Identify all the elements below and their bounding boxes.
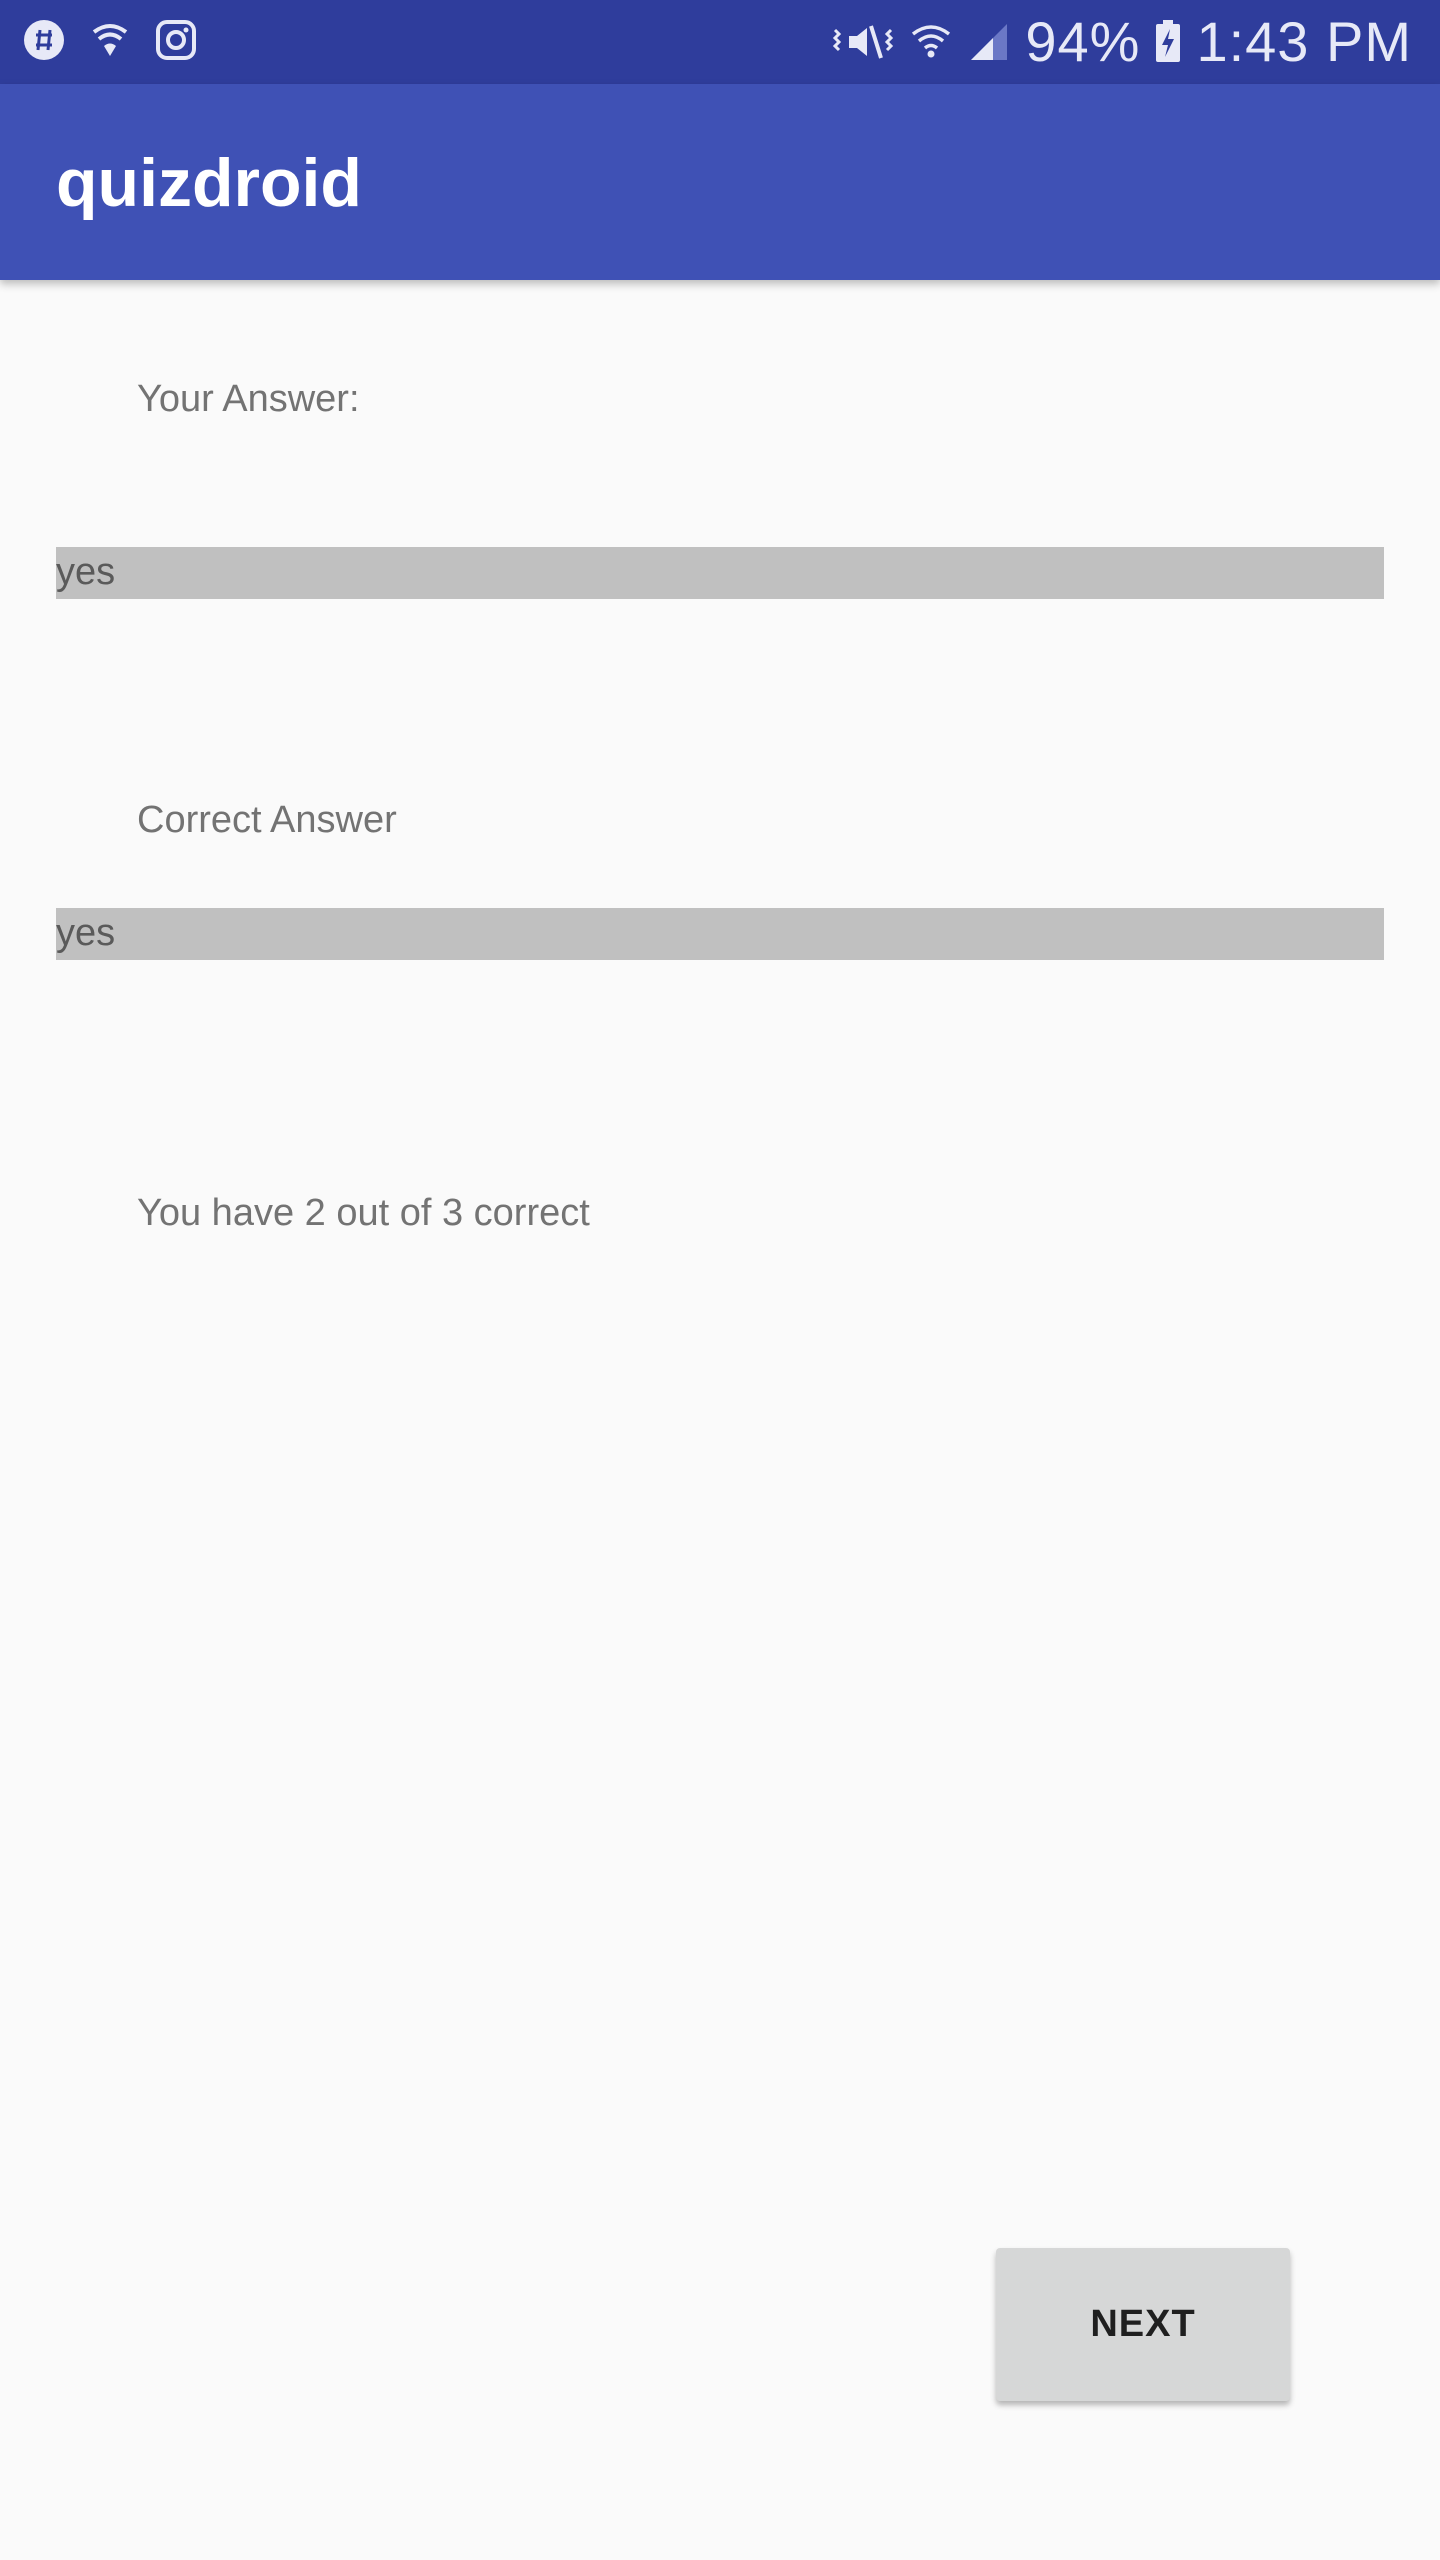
wifi-icon — [909, 20, 953, 64]
system-status: 94% 1:43 PM — [831, 8, 1412, 76]
app-bar: quizdroid — [0, 84, 1440, 280]
your-answer-label: Your Answer: — [137, 378, 360, 420]
score-text: You have 2 out of 3 correct — [137, 1192, 590, 1234]
vpn-shield-icon — [88, 18, 132, 62]
next-button[interactable]: NEXT — [996, 2248, 1290, 2401]
notification-icons — [22, 18, 198, 62]
correct-answer-label: Correct Answer — [137, 799, 397, 841]
instagram-icon — [154, 18, 198, 62]
your-answer-value: yes — [56, 551, 116, 593]
slack-icon — [22, 18, 66, 62]
status-bar: 94% 1:43 PM — [0, 0, 1440, 84]
vibrate-mute-icon — [831, 20, 895, 64]
clock: 1:43 PM — [1196, 10, 1412, 73]
battery-percent: 94% — [1025, 10, 1141, 73]
screen: 94% 1:43 PM quizdroid Your Answer: yes C… — [0, 0, 1440, 2560]
correct-answer-value: yes — [56, 912, 116, 954]
correct-answer-field: yes — [56, 908, 1384, 960]
your-answer-field: yes — [56, 547, 1384, 599]
battery-charging-icon — [1154, 20, 1182, 64]
app-title: quizdroid — [56, 145, 362, 221]
cell-signal-icon — [967, 20, 1011, 64]
